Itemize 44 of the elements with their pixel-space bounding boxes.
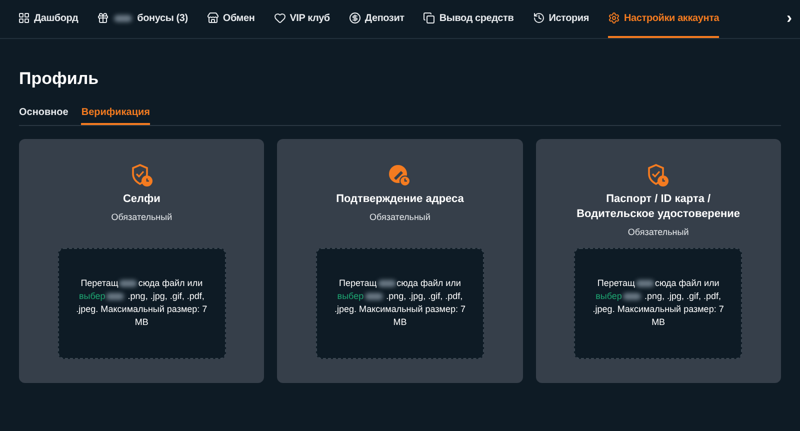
pen-clock-icon [388,162,412,186]
dropzone-instructions: Перетащ сюда файл или выбер .png, .jpg, .gif, .pdf, .jpeg. Максимальный размер: 7 MB [333,277,466,329]
gift-icon [97,12,110,24]
profile-tab[interactable]: Верификация [81,104,150,124]
file-dropzone[interactable]: Перетащ сюда файл или выбер .png, .jpg, .gif, .pdf, .jpeg. Максимальный размер: 7 MB [58,248,226,358]
blur-smudge [622,293,641,300]
choose-file-link[interactable]: выбер [596,291,622,301]
card-title: Паспорт / ID карта / Водительское удостоверение [576,192,742,222]
profile-tab[interactable]: Основное [19,104,68,124]
card-subtitle: Обязательный [111,210,172,224]
grid-icon [18,12,30,24]
shield-clock-icon [130,162,153,186]
nav-tab[interactable]: Дашборд [18,0,78,38]
heart-icon [274,12,286,24]
settings-icon [608,12,620,24]
nav-tab[interactable]: Настройки аккаунта [608,0,720,38]
choose-file-link[interactable]: выбер [337,291,364,301]
blur-smudge [378,280,396,288]
blur-smudge [636,280,654,288]
blur-smudge [364,293,383,300]
nav-tab[interactable]: История [532,0,590,38]
card-subtitle: Обязательный [370,210,430,224]
card-subtitle: Обязательный [628,226,689,238]
store-icon [206,12,219,24]
nav-tab[interactable]: Вывод средств [423,0,514,38]
choose-file-link[interactable]: выбер [78,291,106,301]
dropzone-instructions: Перетащ сюда файл или выбер .png, .jpg, .gif, .pdf, .jpeg. Максимальный размер: 7 MB [75,277,208,329]
nav-tab[interactable]: бонусы (3) [97,0,188,38]
file-dropzone[interactable]: Перетащ сюда файл или выбер .png, .jpg, .gif, .pdf, .jpeg. Максимальный размер: 7 MB [574,248,742,358]
documents-icon [423,12,436,24]
nav-tab[interactable]: Депозит [348,0,404,38]
nav-tab[interactable]: VIP клуб [274,0,330,38]
blur-smudge [119,280,138,288]
next-button[interactable]: › [786,0,792,38]
card-title: Селфи [122,192,162,206]
coin-icon [348,12,361,24]
dropzone-instructions: Перетащ сюда файл или выбер .png, .jpg, .gif, .pdf, .jpeg. Максимальный размер: 7 MB [592,277,725,329]
nav-tab[interactable]: Обмен [206,0,255,38]
card-title: Подтверждение адреса [335,192,465,206]
file-dropzone[interactable]: Перетащ сюда файл или выбер .png, .jpg, .gif, .pdf, .jpeg. Максимальный размер: 7 MB [316,248,484,358]
clock-icon [532,12,545,24]
blur-smudge [106,293,124,300]
shield-clock-icon [647,162,670,186]
page-title: Профиль [19,68,100,90]
